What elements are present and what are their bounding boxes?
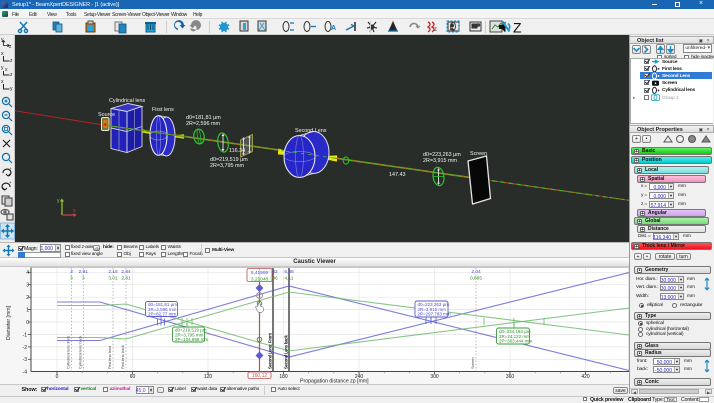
svg-text:z: z [9, 44, 12, 50]
svg-text:y: y [57, 198, 60, 204]
svg-text:y: y [1, 65, 4, 71]
svg-text:0,885: 0,885 [470, 276, 482, 282]
svg-text:300: 300 [430, 374, 439, 380]
svg-text:A: A [331, 25, 336, 32]
svg-text:+: + [9, 166, 12, 171]
svg-text:180: 180 [279, 374, 288, 380]
svg-text:4: 4 [26, 270, 29, 276]
svg-text:Cylindrical lens: back: Cylindrical lens: back [77, 336, 82, 369]
svg-text:-2: -2 [23, 345, 28, 351]
svg-text:1: 1 [26, 308, 29, 314]
svg-text:3: 3 [82, 276, 85, 282]
svg-text:60: 60 [130, 374, 136, 380]
svg-text:-1: -1 [23, 332, 28, 338]
svg-text:4,11: 4,11 [285, 276, 294, 282]
svg-text:Screen: Screen [470, 151, 487, 157]
svg-text:First lens: front: First lens: front [107, 345, 112, 369]
svg-text:2P=82,77 mm: 2P=82,77 mm [148, 312, 176, 317]
svg-text:z: z [434, 27, 437, 33]
svg-text:2,04: 2,04 [471, 269, 481, 275]
svg-text:Second Lens: Front: Second Lens: Front [268, 332, 273, 369]
svg-text:x: x [5, 67, 8, 73]
svg-text:2R=2,596 mm: 2R=2,596 mm [186, 121, 221, 127]
svg-text:2,91: 2,91 [79, 269, 89, 275]
svg-text:420: 420 [581, 374, 590, 380]
svg-text:Screen: Screen [470, 358, 475, 369]
svg-text:0: 0 [26, 320, 29, 326]
svg-text:2R=3,795 mm: 2R=3,795 mm [210, 163, 245, 169]
svg-text:3: 3 [26, 283, 29, 289]
svg-text:z: z [10, 58, 13, 64]
svg-text:5,41999: 5,41999 [251, 270, 269, 276]
svg-text:2R=3,915 mm: 2R=3,915 mm [423, 158, 458, 164]
svg-text:Cylindrical lens: Cylindrical lens [109, 98, 146, 104]
svg-text:z: z [10, 72, 13, 78]
svg-text:2,84: 2,84 [121, 269, 131, 275]
svg-text:3,21048: 3,21048 [251, 277, 269, 283]
svg-text:0: 0 [56, 374, 59, 380]
svg-text:120: 120 [204, 374, 213, 380]
svg-text:2P=363,444 mm: 2P=363,444 mm [499, 339, 532, 344]
svg-text:Second Lens back: Second Lens back [284, 335, 289, 369]
svg-text:-3: -3 [23, 357, 28, 363]
svg-text:2P=297,783 mm: 2P=297,783 mm [418, 312, 451, 317]
svg-text:Cylindrical lens: front: Cylindrical lens: front [66, 335, 71, 369]
svg-text:116.34: 116.34 [229, 148, 245, 154]
svg-text:Second Lens: Second Lens [295, 128, 327, 134]
svg-text:2,18: 2,18 [108, 269, 118, 275]
svg-text:x: x [73, 208, 76, 214]
svg-text:3,01: 3,01 [108, 276, 118, 282]
svg-text:First lens: First lens [152, 107, 174, 113]
svg-text:Source: Source [98, 112, 115, 118]
svg-text:First lens: back: First lens: back [120, 345, 125, 369]
svg-text:-4: -4 [23, 370, 28, 376]
svg-text:y: y [10, 86, 13, 92]
svg-text:360: 360 [506, 374, 515, 380]
svg-text:Diameter [mm]: Diameter [mm] [6, 305, 12, 340]
svg-text:2: 2 [26, 295, 29, 301]
svg-text:6,38: 6,38 [284, 269, 294, 275]
svg-text:160,12: 160,12 [252, 373, 268, 379]
svg-text:Z: Z [513, 20, 522, 36]
svg-text:+: + [9, 180, 12, 185]
svg-text:147.43: 147.43 [389, 172, 406, 178]
svg-text:3: 3 [70, 269, 73, 275]
svg-text:3: 3 [70, 276, 73, 282]
svg-text:2,81: 2,81 [121, 276, 131, 282]
svg-text:2P=104,898 mm: 2P=104,898 mm [175, 337, 208, 342]
